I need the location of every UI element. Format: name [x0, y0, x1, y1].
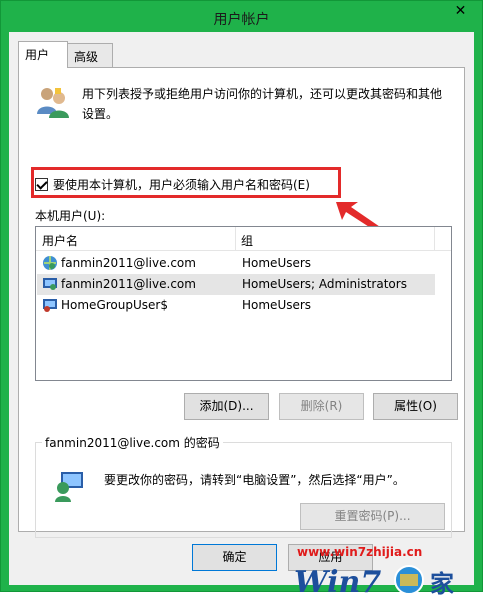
- add-button[interactable]: 添加(D)...: [184, 393, 269, 420]
- tab-advanced[interactable]: 高级: [67, 43, 113, 67]
- reset-password-button[interactable]: 重置密码(P)...: [300, 503, 445, 530]
- window-title: 用户帐户: [213, 12, 270, 28]
- svg-text:家: 家: [430, 570, 454, 598]
- column-group[interactable]: 组: [241, 232, 253, 249]
- password-instruction: 要更改你的密码，请转到“电脑设置”，然后选择“用户”。: [104, 473, 405, 487]
- tab-users-label: 用户: [25, 48, 50, 62]
- password-group-legend: fanmin2011@live.com 的密码: [42, 434, 223, 451]
- description-text: 用下列表授予或拒绝用户访问你的计算机，还可以更改其密码和其他设置。: [82, 87, 443, 121]
- remove-button[interactable]: 删除(R): [279, 393, 364, 420]
- user-name: fanmin2011@live.com: [61, 256, 196, 270]
- user-accounts-window: 用户帐户 ✕ 用户 高级 用下列表授予或拒绝用户访问你的计算机，还可以更改其密码…: [0, 0, 483, 600]
- tab-advanced-label: 高级: [74, 50, 99, 64]
- user-globe-icon: [43, 256, 57, 270]
- table-row[interactable]: fanmin2011@live.com HomeUsers: [37, 253, 435, 274]
- highlight-box: [31, 167, 341, 198]
- table-row[interactable]: fanmin2011@live.com HomeUsers; Administr…: [37, 274, 435, 295]
- watermark-url: www.win7zhijia.cn: [297, 545, 423, 559]
- user-monitor-icon: [55, 472, 83, 502]
- close-icon: ✕: [454, 3, 467, 19]
- column-divider[interactable]: [235, 227, 236, 250]
- watermark-logo: Win7 家: [294, 565, 454, 600]
- user-name: HomeGroupUser$: [61, 298, 168, 312]
- properties-button[interactable]: 属性(O): [373, 393, 458, 420]
- column-divider[interactable]: [434, 227, 435, 250]
- close-button[interactable]: ✕: [445, 2, 476, 22]
- table-row[interactable]: HomeGroupUser$ HomeUsers: [37, 295, 435, 316]
- local-users-label: 本机用户(U):: [35, 209, 106, 223]
- users-tab-panel: 用下列表授予或拒绝用户访问你的计算机，还可以更改其密码和其他设置。 要使用本计算…: [18, 67, 465, 538]
- list-header: 用户名 组: [36, 227, 451, 251]
- ok-button[interactable]: 确定: [192, 544, 277, 571]
- users-icon: [37, 88, 69, 118]
- user-group: HomeUsers; Administrators: [242, 277, 407, 291]
- user-name: fanmin2011@live.com: [61, 277, 196, 291]
- user-group: HomeUsers: [242, 256, 312, 270]
- svg-text:Win7: Win7: [294, 565, 381, 600]
- tab-users[interactable]: 用户: [18, 41, 68, 68]
- user-group: HomeUsers: [242, 298, 312, 312]
- users-listview[interactable]: 用户名 组 fanmin2011@live.com HomeUsers fanm…: [35, 226, 452, 381]
- dialog-client: 用户 高级 用下列表授予或拒绝用户访问你的计算机，还可以更改其密码和其他设置。 …: [9, 32, 474, 600]
- title-bar[interactable]: 用户帐户 ✕: [1, 1, 482, 33]
- group-user-icon: [43, 299, 57, 312]
- column-username[interactable]: 用户名: [42, 232, 78, 249]
- admin-user-icon: [43, 278, 57, 290]
